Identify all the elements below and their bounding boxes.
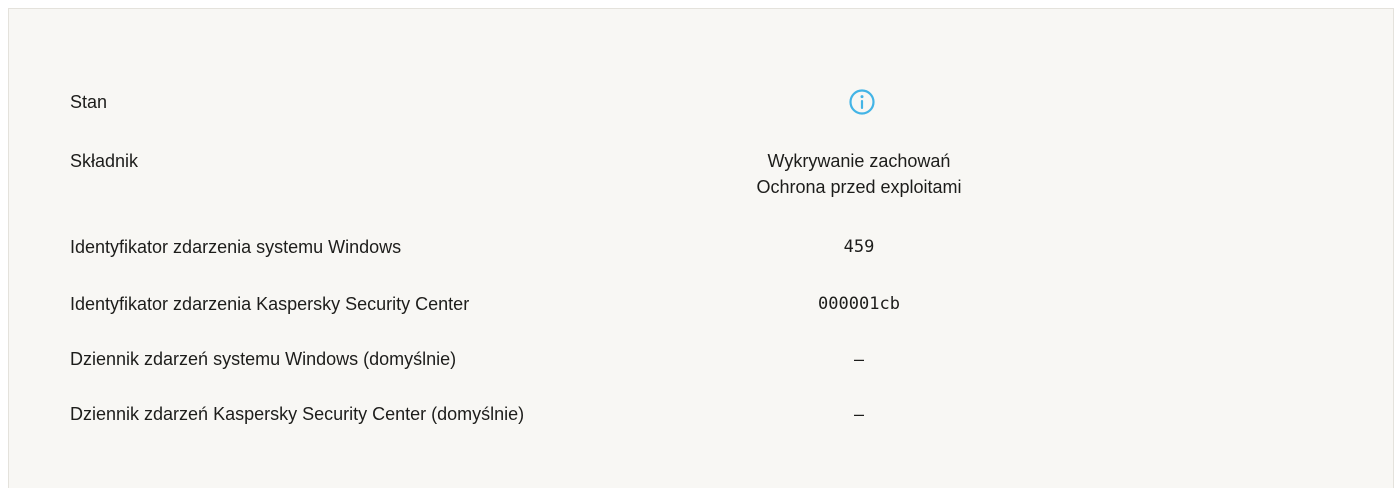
windows-event-id-value: 459 <box>843 237 875 257</box>
ksc-event-log-value: – <box>853 404 864 424</box>
ksc-event-id-label: Identyfikator zdarzenia Kaspersky Securi… <box>70 294 470 314</box>
component-value: Wykrywanie zachowań Ochrona przed exploi… <box>609 148 1109 200</box>
component-value-line: Wykrywanie zachowań <box>767 151 951 171</box>
ksc-event-id-value: 000001cb <box>818 294 900 314</box>
component-label: Składnik <box>70 151 139 171</box>
component-value-line: Ochrona przed exploitami <box>756 177 962 197</box>
status-label: Stan <box>70 92 108 112</box>
ksc-event-log-label: Dziennik zdarzeń Kaspersky Security Cent… <box>70 404 525 424</box>
windows-event-id-label: Identyfikator zdarzenia systemu Windows <box>70 237 402 257</box>
windows-event-log-label: Dziennik zdarzeń systemu Windows (domyśl… <box>70 349 457 369</box>
event-details-panel: Stan Składnik Wykrywanie zachowań Ochron… <box>8 8 1394 488</box>
info-icon <box>849 89 875 115</box>
windows-event-log-value: – <box>853 349 864 369</box>
